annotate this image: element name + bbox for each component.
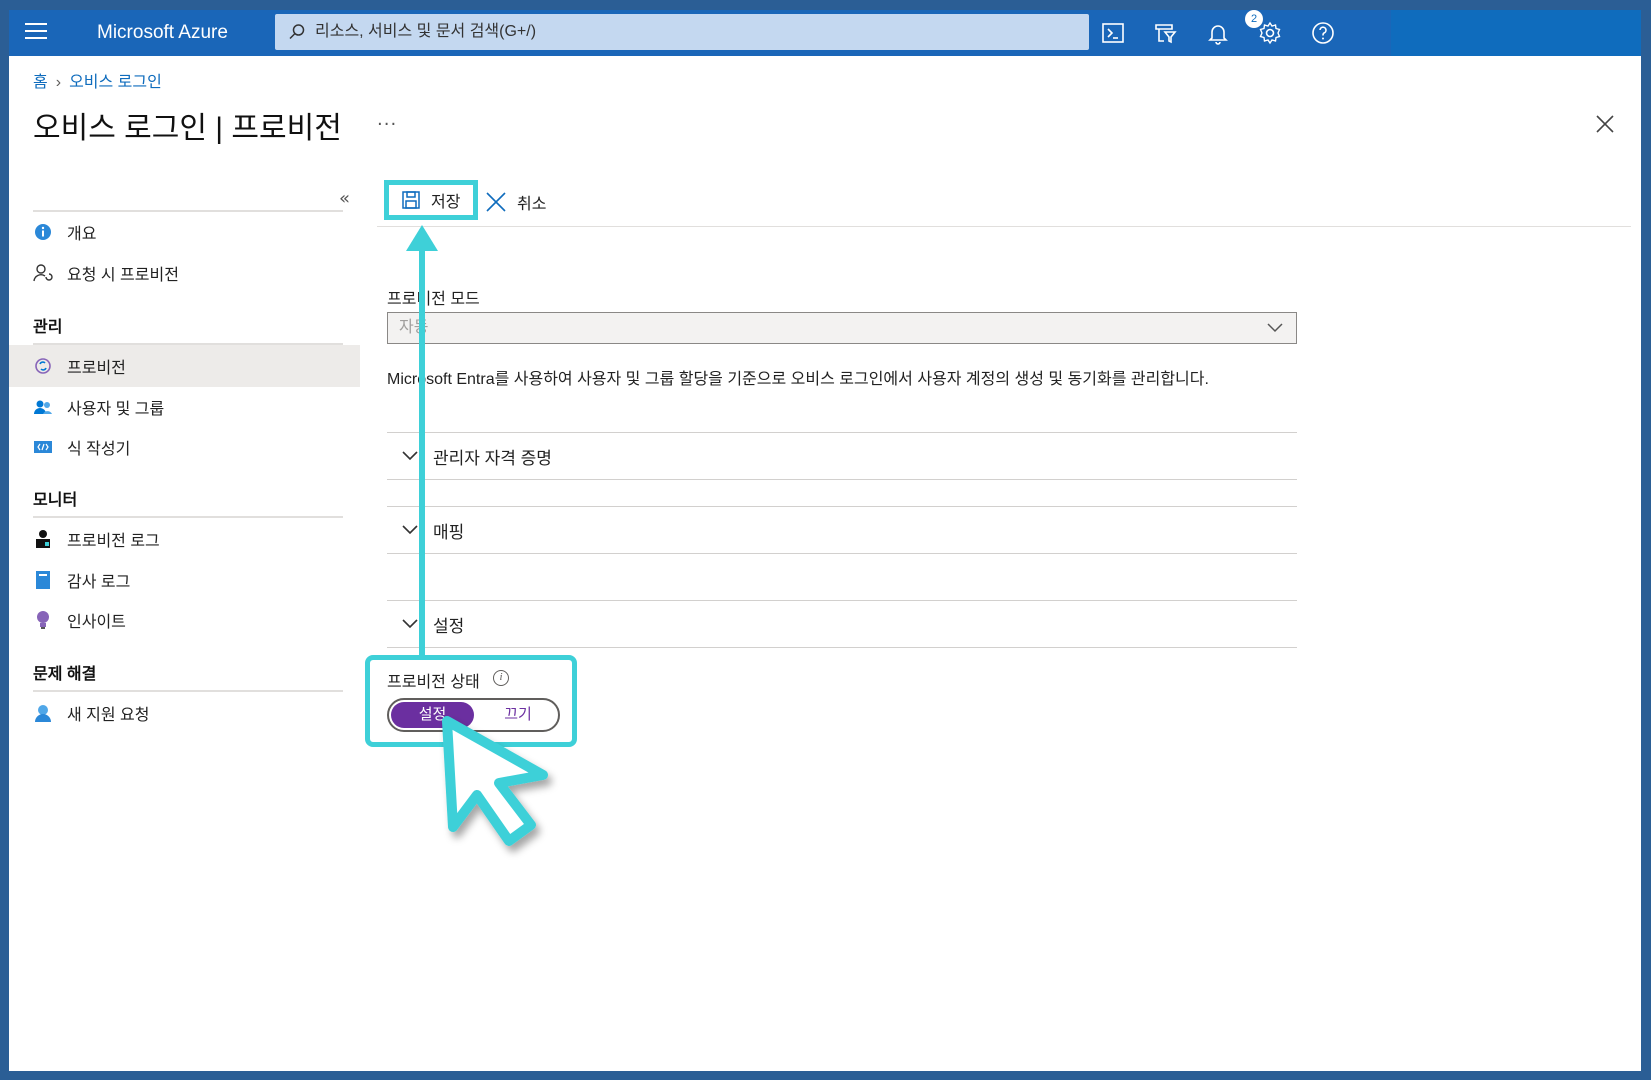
section-divider bbox=[387, 479, 1297, 480]
page-title: 오비스 로그인 | 프로비전 bbox=[33, 112, 342, 145]
annotation-arrow-line bbox=[419, 240, 425, 660]
annotation-arrowhead-icon bbox=[406, 225, 438, 251]
nav-item-overview[interactable]: 개요 bbox=[9, 211, 360, 253]
section-label: 설정 bbox=[433, 616, 465, 636]
nav-label: 감사 로그 bbox=[67, 574, 131, 591]
app-window: Microsoft Azure 리소스, 서비스 및 문서 검색(G+/) 2 … bbox=[9, 10, 1641, 1071]
breadcrumb-current[interactable]: 오비스 로그인 bbox=[69, 74, 162, 91]
section-label: 관리자 자격 증명 bbox=[433, 448, 552, 468]
help-icon[interactable] bbox=[1310, 20, 1336, 46]
nav-item-expression-builder[interactable]: 식 작성기 bbox=[9, 426, 360, 468]
search-input[interactable]: 리소스, 서비스 및 문서 검색(G+/) bbox=[275, 14, 1089, 50]
nav-label: 인사이트 bbox=[67, 614, 126, 631]
cancel-label: 취소 bbox=[517, 196, 547, 213]
nav-label: 요청 시 프로비전 bbox=[67, 267, 179, 284]
chevron-right-icon: › bbox=[55, 74, 62, 91]
expression-builder-icon bbox=[33, 437, 53, 457]
search-placeholder: 리소스, 서비스 및 문서 검색(G+/) bbox=[315, 23, 537, 40]
provisioning-mode-label: 프로비전 모드 bbox=[387, 291, 480, 308]
collapse-nav-button[interactable]: « bbox=[339, 188, 350, 209]
provisioning-mode-select[interactable]: 자동 bbox=[387, 312, 1297, 344]
save-icon bbox=[402, 191, 420, 209]
close-icon[interactable] bbox=[1594, 113, 1616, 135]
section-settings[interactable]: 설정 bbox=[387, 601, 1297, 647]
nav-label: 프로비전 bbox=[67, 360, 126, 377]
nav-group-troubleshoot: 문제 해결 bbox=[33, 666, 97, 683]
breadcrumb: 홈 › 오비스 로그인 bbox=[33, 68, 162, 92]
brand-title[interactable]: Microsoft Azure bbox=[97, 10, 228, 56]
nav-item-insights[interactable]: 인사이트 bbox=[9, 599, 360, 641]
cancel-icon bbox=[486, 192, 506, 212]
insights-icon bbox=[33, 610, 53, 630]
section-mappings[interactable]: 매핑 bbox=[387, 507, 1297, 553]
nav-item-audit-log[interactable]: 감사 로그 bbox=[9, 559, 360, 601]
cancel-button[interactable]: 취소 bbox=[485, 190, 546, 214]
info-icon[interactable]: i bbox=[493, 670, 509, 686]
nav-group-monitor: 모니터 bbox=[33, 492, 78, 509]
nav-label: 프로비전 로그 bbox=[67, 533, 160, 550]
breadcrumb-home[interactable]: 홈 bbox=[33, 74, 48, 91]
top-bar: Microsoft Azure 리소스, 서비스 및 문서 검색(G+/) 2 bbox=[9, 10, 1641, 56]
user-sync-icon bbox=[33, 263, 53, 283]
nav-item-provisioning-log[interactable]: 프로비전 로그 bbox=[9, 518, 360, 560]
chevron-down-icon bbox=[402, 525, 418, 535]
info-icon bbox=[33, 222, 53, 242]
nav-label: 사용자 및 그룹 bbox=[67, 401, 165, 418]
save-label: 저장 bbox=[431, 194, 461, 211]
section-divider bbox=[387, 553, 1297, 554]
nav-item-provisioning[interactable]: 프로비전 bbox=[9, 345, 360, 387]
save-button[interactable]: 저장 bbox=[384, 180, 478, 220]
chevron-down-icon bbox=[402, 451, 418, 461]
nav-label: 새 지원 요청 bbox=[67, 707, 150, 724]
audit-log-icon bbox=[33, 570, 53, 590]
support-request-icon bbox=[33, 703, 53, 723]
provisioning-icon bbox=[33, 356, 53, 376]
more-options-button[interactable]: ··· bbox=[377, 114, 397, 135]
nav-group-manage: 관리 bbox=[33, 319, 63, 336]
section-admin-credentials[interactable]: 관리자 자격 증명 bbox=[387, 433, 1297, 479]
nav-item-users-groups[interactable]: 사용자 및 그룹 bbox=[9, 386, 360, 428]
directory-filter-icon[interactable] bbox=[1152, 20, 1178, 46]
pointer-cursor-icon bbox=[442, 716, 548, 846]
provisioning-log-icon bbox=[33, 529, 53, 549]
provisioning-status-label: 프로비전 상태 bbox=[387, 674, 480, 691]
nav-item-on-demand-provisioning[interactable]: 요청 시 프로비전 bbox=[9, 252, 360, 294]
nav-label: 개요 bbox=[67, 226, 97, 243]
settings-icon[interactable] bbox=[1257, 20, 1283, 46]
chevron-down-icon bbox=[402, 619, 418, 629]
chevron-down-icon bbox=[1267, 323, 1283, 333]
notifications-icon[interactable] bbox=[1205, 20, 1231, 46]
nav-label: 식 작성기 bbox=[67, 441, 131, 458]
provisioning-description: Microsoft Entra를 사용하여 사용자 및 그룹 할당을 기준으로 … bbox=[387, 371, 1209, 388]
nav-item-new-support-request[interactable]: 새 지원 요청 bbox=[9, 692, 360, 734]
users-groups-icon bbox=[33, 397, 53, 417]
menu-icon[interactable] bbox=[25, 23, 47, 43]
search-icon bbox=[289, 24, 305, 40]
cloud-shell-icon[interactable] bbox=[1100, 20, 1126, 46]
section-divider bbox=[387, 647, 1297, 648]
section-label: 매핑 bbox=[433, 522, 465, 542]
command-bar-divider bbox=[377, 226, 1631, 227]
